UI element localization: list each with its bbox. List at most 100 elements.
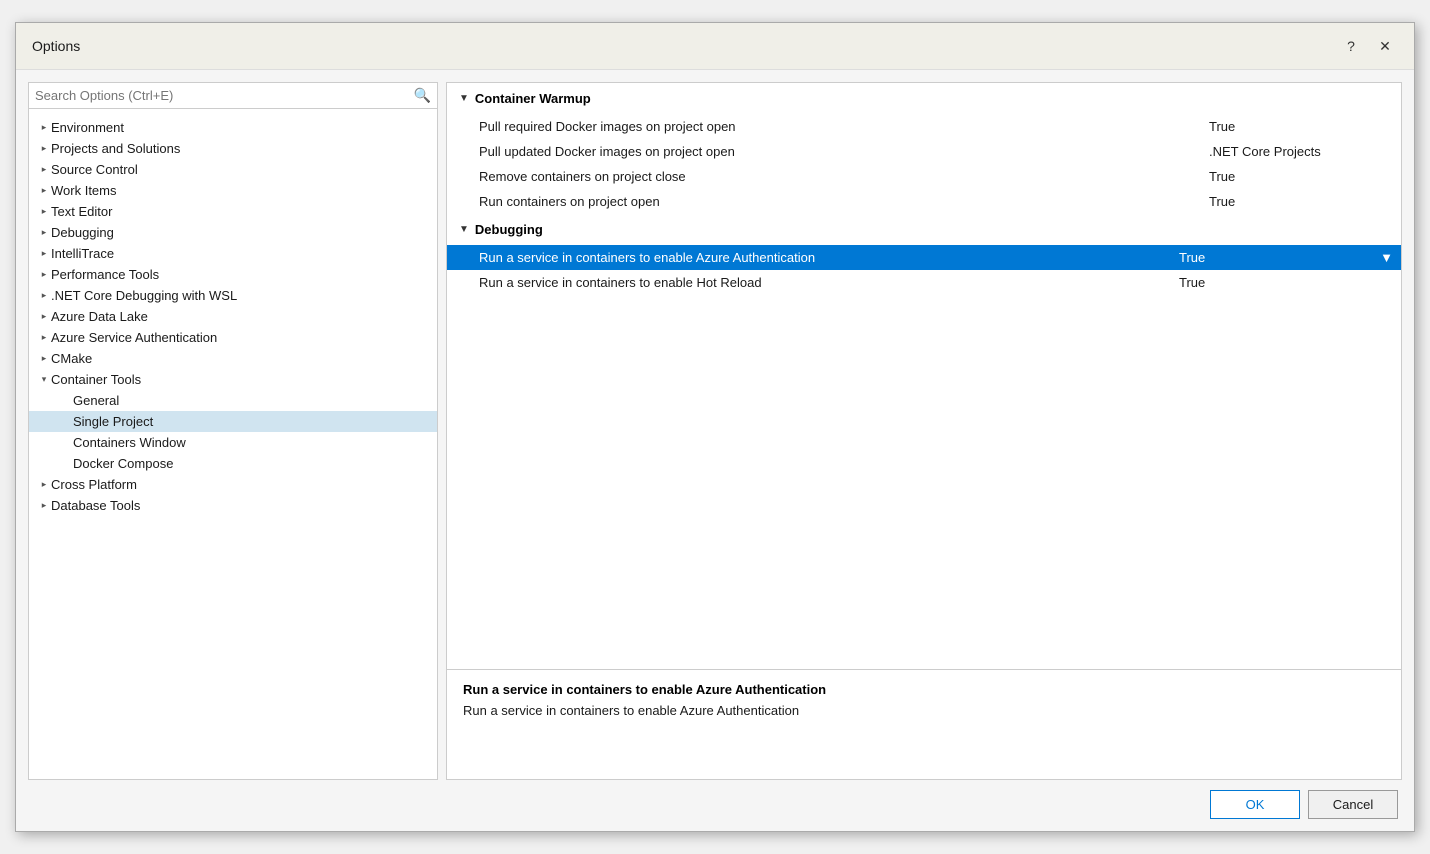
tree-label-azure-lake: Azure Data Lake: [51, 309, 429, 324]
warmup-opt1-label: Pull required Docker images on project o…: [447, 114, 1201, 139]
tree-item-container-tools[interactable]: ▾ Container Tools: [29, 369, 437, 390]
tree-item-projects-solutions[interactable]: ▸ Projects and Solutions: [29, 138, 437, 159]
tree-item-work-items[interactable]: ▸ Work Items: [29, 180, 437, 201]
debugging-section-header[interactable]: ▼ Debugging: [447, 214, 1401, 245]
tree-arrow-db: ▸: [37, 500, 51, 511]
tree-label-containers-window: Containers Window: [73, 435, 429, 450]
tree-arrow-debugging: ▸: [37, 227, 51, 238]
tree-label-cross: Cross Platform: [51, 477, 429, 492]
tree-label-source: Source Control: [51, 162, 429, 177]
dialog-title: Options: [32, 38, 80, 54]
ok-button[interactable]: OK: [1210, 790, 1300, 819]
container-warmup-header[interactable]: ▼ Container Warmup: [447, 83, 1401, 114]
tree-label-single: Single Project: [73, 414, 429, 429]
tree-arrow-net-core: ▸: [37, 290, 51, 301]
tree-label-intellitrace: IntelliTrace: [51, 246, 429, 261]
tree-arrow-azure-auth: ▸: [37, 332, 51, 343]
info-panel: Run a service in containers to enable Az…: [447, 669, 1401, 779]
tree-label-container: Container Tools: [51, 372, 429, 387]
tree-label-performance: Performance Tools: [51, 267, 429, 282]
tree-item-performance-tools[interactable]: ▸ Performance Tools: [29, 264, 437, 285]
warmup-options-table: Pull required Docker images on project o…: [447, 114, 1401, 214]
tree-item-environment[interactable]: ▸ Environment: [29, 117, 437, 138]
warmup-opt4-label: Run containers on project open: [447, 189, 1201, 214]
tree-item-azure-data-lake[interactable]: ▸ Azure Data Lake: [29, 306, 437, 327]
tree-container: ▸ Environment ▸ Projects and Solutions ▸…: [29, 113, 437, 779]
debug-opt1-label: Run a service in containers to enable Az…: [447, 245, 1171, 270]
title-bar: Options ? ✕: [16, 23, 1414, 70]
dialog-body: 🔍 ▸ Environment ▸ Projects and Solutions…: [16, 70, 1414, 780]
left-panel: 🔍 ▸ Environment ▸ Projects and Solutions…: [28, 82, 438, 780]
warmup-opt3-value: True: [1201, 164, 1401, 189]
tree-item-intellitrace[interactable]: ▸ IntelliTrace: [29, 243, 437, 264]
debugging-section-title: Debugging: [475, 222, 543, 237]
warmup-opt2-label: Pull updated Docker images on project op…: [447, 139, 1201, 164]
table-row[interactable]: Remove containers on project close True: [447, 164, 1401, 189]
table-row[interactable]: Run containers on project open True: [447, 189, 1401, 214]
tree-item-containers-window[interactable]: Containers Window: [29, 432, 437, 453]
help-button[interactable]: ?: [1338, 33, 1364, 59]
right-panel: ▼ Container Warmup Pull required Docker …: [446, 82, 1402, 780]
table-row[interactable]: Pull required Docker images on project o…: [447, 114, 1401, 139]
warmup-arrow-icon: ▼: [459, 93, 469, 104]
debug-opt1-value: True: [1171, 245, 1371, 270]
tree-arrow-container: ▾: [37, 374, 51, 385]
tree-item-debugging[interactable]: ▸ Debugging: [29, 222, 437, 243]
table-row[interactable]: Pull updated Docker images on project op…: [447, 139, 1401, 164]
warmup-opt4-value: True: [1201, 189, 1401, 214]
tree-item-single-project[interactable]: Single Project: [29, 411, 437, 432]
options-panel: ▼ Container Warmup Pull required Docker …: [447, 83, 1401, 669]
tree-arrow-azure-lake: ▸: [37, 311, 51, 322]
tree-arrow-cmake: ▸: [37, 353, 51, 364]
warmup-opt2-value: .NET Core Projects: [1201, 139, 1401, 164]
debugging-arrow-icon: ▼: [459, 224, 469, 235]
info-title: Run a service in containers to enable Az…: [463, 682, 1385, 697]
tree-label-azure-auth: Azure Service Authentication: [51, 330, 429, 345]
tree-item-source-control[interactable]: ▸ Source Control: [29, 159, 437, 180]
debug-opt2-label: Run a service in containers to enable Ho…: [447, 270, 1171, 295]
tree-arrow-text: ▸: [37, 206, 51, 217]
tree-label-text: Text Editor: [51, 204, 429, 219]
tree-label-environment: Environment: [51, 120, 429, 135]
tree-label-work: Work Items: [51, 183, 429, 198]
tree-arrow-source: ▸: [37, 164, 51, 175]
tree-item-cross-platform[interactable]: ▸ Cross Platform: [29, 474, 437, 495]
tree-item-azure-service-auth[interactable]: ▸ Azure Service Authentication: [29, 327, 437, 348]
title-bar-left: Options: [32, 38, 80, 54]
tree-arrow-performance: ▸: [37, 269, 51, 280]
search-input[interactable]: [35, 88, 414, 103]
search-icon: 🔍: [414, 87, 431, 104]
tree-arrow-work: ▸: [37, 185, 51, 196]
debug-opt2-dropdown-placeholder: [1371, 270, 1401, 295]
tree-item-database-tools[interactable]: ▸ Database Tools: [29, 495, 437, 516]
tree-label-net-core: .NET Core Debugging with WSL: [51, 288, 429, 303]
tree-label-db: Database Tools: [51, 498, 429, 513]
tree-arrow-projects: ▸: [37, 143, 51, 154]
tree-item-net-core[interactable]: ▸ .NET Core Debugging with WSL: [29, 285, 437, 306]
debug-opt1-dropdown[interactable]: ▼: [1371, 245, 1401, 270]
warmup-title: Container Warmup: [475, 91, 591, 106]
table-row-selected[interactable]: Run a service in containers to enable Az…: [447, 245, 1401, 270]
tree-label-debugging: Debugging: [51, 225, 429, 240]
options-dialog: Options ? ✕ 🔍 ▸ Environment: [15, 22, 1415, 832]
debugging-options-table: Run a service in containers to enable Az…: [447, 245, 1401, 295]
main-content: 🔍 ▸ Environment ▸ Projects and Solutions…: [28, 82, 1402, 780]
tree-label-general: General: [73, 393, 429, 408]
tree-arrow-environment: ▸: [37, 122, 51, 133]
dialog-footer: OK Cancel: [16, 780, 1414, 831]
info-description: Run a service in containers to enable Az…: [463, 703, 1385, 718]
table-row[interactable]: Run a service in containers to enable Ho…: [447, 270, 1401, 295]
search-box: 🔍: [29, 83, 437, 109]
tree-item-general[interactable]: General: [29, 390, 437, 411]
close-button[interactable]: ✕: [1372, 33, 1398, 59]
warmup-opt3-label: Remove containers on project close: [447, 164, 1201, 189]
title-bar-right: ? ✕: [1338, 33, 1398, 59]
tree-item-text-editor[interactable]: ▸ Text Editor: [29, 201, 437, 222]
tree-arrow-cross: ▸: [37, 479, 51, 490]
cancel-button[interactable]: Cancel: [1308, 790, 1398, 819]
tree-label-cmake: CMake: [51, 351, 429, 366]
tree-item-docker-compose[interactable]: Docker Compose: [29, 453, 437, 474]
warmup-opt1-value: True: [1201, 114, 1401, 139]
tree-label-projects: Projects and Solutions: [51, 141, 429, 156]
tree-item-cmake[interactable]: ▸ CMake: [29, 348, 437, 369]
